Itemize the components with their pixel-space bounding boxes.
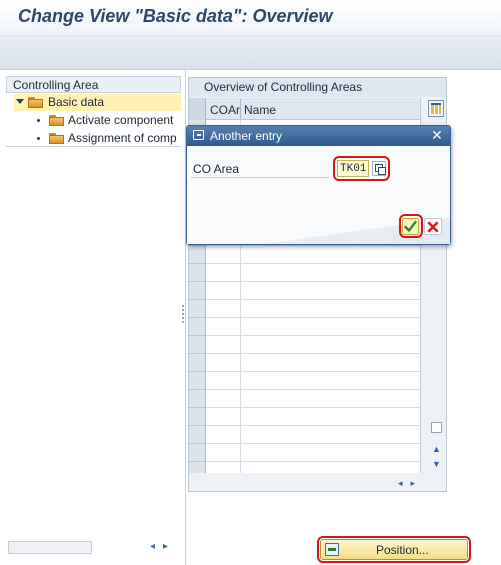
horizontal-scrollbar[interactable] [8,541,92,554]
splitter-grip[interactable] [182,305,184,323]
field-underline [191,177,329,178]
application-toolbar [0,36,501,70]
tree-header-label: Controlling Area [13,78,99,92]
cancel-x-icon [427,221,439,233]
folder-icon [49,133,64,144]
folder-icon [49,115,64,126]
tree-item-label: Basic data [48,95,105,109]
window-title: Change View "Basic data": Overview [18,6,333,26]
close-icon[interactable]: ✕ [430,127,444,144]
scroll-up-icon[interactable]: ▲ [432,444,441,454]
tree-item-assignment-of-comp[interactable]: Assignment of comp [36,130,181,147]
co-area-label: CO Area [193,162,240,176]
tree-item-activate-component[interactable]: Activate component [36,112,181,129]
bullet-icon [37,119,40,122]
highlight-ring-co-area [333,156,390,181]
highlight-ring-confirm [399,214,423,238]
table-settings-icon[interactable] [428,100,444,117]
dialog-title: Another entry [210,129,283,143]
expand-triangle-icon[interactable] [16,99,24,104]
column-divider [240,99,241,119]
select-all-cell[interactable] [189,98,206,120]
panel-title: Overview of Controlling Areas [189,78,446,97]
highlight-ring-position [317,536,471,563]
tree-header: Controlling Area [6,76,181,93]
dialog-entry-icon [193,130,204,140]
tree-item-basic-data[interactable]: Basic data [14,94,181,111]
column-header-name[interactable]: Name [244,103,276,117]
tree-divider [6,146,181,147]
scroll-arrows-icon[interactable]: ◂▸ [150,541,176,552]
folder-icon [28,97,43,108]
horizontal-scroll-arrows-icon[interactable]: ◂▸ [398,478,423,489]
tree-item-label: Activate component [68,113,174,127]
scroll-down-icon[interactable]: ▼ [432,459,441,469]
tree-item-label: Assignment of comp [68,131,177,145]
scroll-box-icon[interactable] [431,422,442,433]
column-header-coar[interactable]: COAr [210,103,240,117]
bullet-icon [37,137,40,140]
cancel-button[interactable] [424,218,442,235]
panel-title-label: Overview of Controlling Areas [204,80,363,94]
